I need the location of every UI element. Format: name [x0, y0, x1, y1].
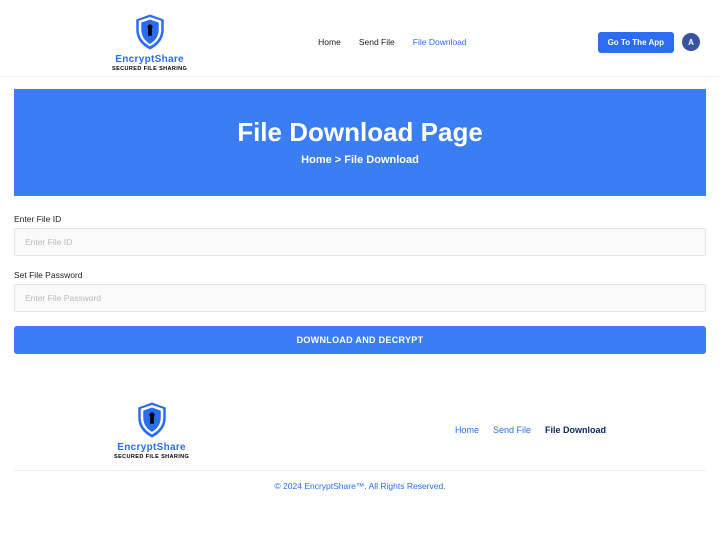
- file-password-label: Set File Password: [14, 270, 706, 280]
- header-actions: Go To The App A: [598, 32, 700, 53]
- brand-tagline: SECURED FILE SHARING: [112, 66, 187, 72]
- go-to-app-button[interactable]: Go To The App: [598, 32, 674, 53]
- copyright: © 2024 EncryptShare™. All Rights Reserve…: [14, 471, 706, 501]
- file-id-input[interactable]: [14, 228, 706, 256]
- file-id-label: Enter File ID: [14, 214, 706, 224]
- download-form: Enter File ID Set File Password DOWNLOAD…: [0, 196, 720, 354]
- shield-icon: [132, 400, 172, 440]
- hero-banner: File Download Page Home > File Download: [14, 89, 706, 196]
- footer-logo[interactable]: EncryptShare SECURED FILE SHARING: [114, 400, 189, 460]
- main-nav: Home Send File File Download: [318, 37, 466, 47]
- brand-name: EncryptShare: [117, 442, 186, 453]
- logo[interactable]: EncryptShare SECURED FILE SHARING: [112, 12, 187, 72]
- shield-icon: [130, 12, 170, 52]
- download-decrypt-button[interactable]: DOWNLOAD AND DECRYPT: [14, 326, 706, 354]
- breadcrumb: Home > File Download: [14, 154, 706, 166]
- footer-nav: Home Send File File Download: [455, 425, 606, 435]
- footer: EncryptShare SECURED FILE SHARING Home S…: [0, 394, 720, 501]
- brand-tagline: SECURED FILE SHARING: [114, 454, 189, 460]
- breadcrumb-home[interactable]: Home: [301, 154, 332, 166]
- footer-nav-file-download[interactable]: File Download: [545, 425, 606, 435]
- breadcrumb-current: File Download: [344, 154, 419, 166]
- avatar[interactable]: A: [682, 33, 700, 51]
- footer-nav-home[interactable]: Home: [455, 425, 479, 435]
- nav-send-file[interactable]: Send File: [359, 37, 395, 47]
- nav-file-download[interactable]: File Download: [413, 37, 467, 47]
- nav-home[interactable]: Home: [318, 37, 341, 47]
- footer-nav-send-file[interactable]: Send File: [493, 425, 531, 435]
- page-title: File Download Page: [14, 117, 706, 148]
- file-password-input[interactable]: [14, 284, 706, 312]
- footer-top: EncryptShare SECURED FILE SHARING Home S…: [14, 394, 706, 471]
- brand-name: EncryptShare: [115, 54, 184, 65]
- breadcrumb-separator: >: [335, 154, 341, 166]
- header: EncryptShare SECURED FILE SHARING Home S…: [0, 0, 720, 77]
